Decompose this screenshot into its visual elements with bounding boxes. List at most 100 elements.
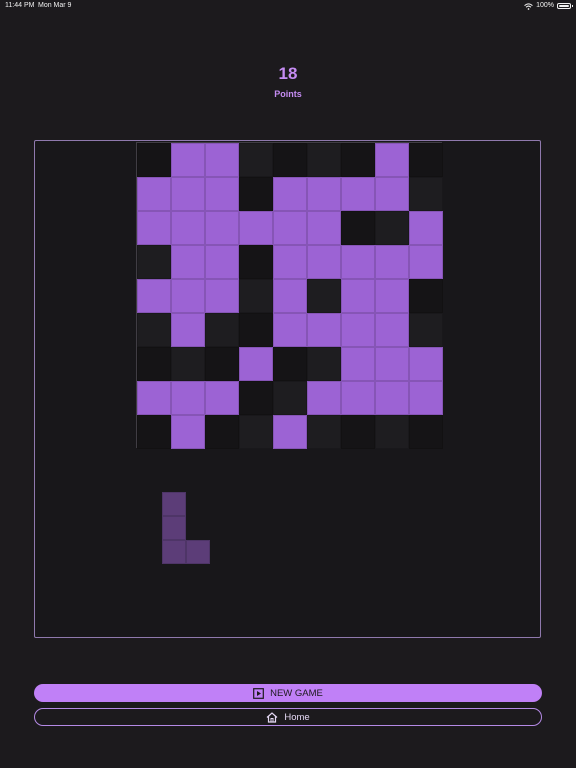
board-cell-filled[interactable] [307, 177, 341, 211]
board-cell-empty[interactable] [239, 313, 273, 347]
board-cell-empty[interactable] [409, 415, 443, 449]
board-cell-filled[interactable] [205, 177, 239, 211]
board-cell-empty[interactable] [137, 143, 171, 177]
board-cell-filled[interactable] [273, 177, 307, 211]
home-button[interactable]: Home [34, 708, 542, 726]
board-cell-empty[interactable] [239, 279, 273, 313]
board-cell-empty[interactable] [205, 347, 239, 381]
board-cell-filled[interactable] [137, 279, 171, 313]
board-cell-filled[interactable] [341, 381, 375, 415]
board-cell-empty[interactable] [307, 279, 341, 313]
board-cell-filled[interactable] [375, 143, 409, 177]
board-cell-empty[interactable] [137, 347, 171, 381]
status-date: Mon Mar 9 [38, 2, 72, 9]
board-cell-empty[interactable] [205, 415, 239, 449]
piece-cell [162, 540, 186, 564]
board-cell-filled[interactable] [205, 143, 239, 177]
board-cell-empty[interactable] [239, 143, 273, 177]
board-cell-filled[interactable] [171, 143, 205, 177]
board-cell-empty[interactable] [307, 415, 341, 449]
board-cell-filled[interactable] [409, 245, 443, 279]
board-cell-filled[interactable] [341, 177, 375, 211]
next-piece-l[interactable] [162, 492, 211, 564]
board-cell-filled[interactable] [375, 177, 409, 211]
play-icon [253, 687, 265, 699]
board-cell-empty[interactable] [239, 381, 273, 415]
board-cell-filled[interactable] [375, 245, 409, 279]
board-cell-filled[interactable] [409, 381, 443, 415]
board-cell-filled[interactable] [171, 211, 205, 245]
board-cell-empty[interactable] [307, 143, 341, 177]
board-cell-filled[interactable] [239, 347, 273, 381]
board-cell-empty[interactable] [205, 313, 239, 347]
board-cell-filled[interactable] [273, 211, 307, 245]
wifi-icon [524, 2, 533, 10]
board-cell-filled[interactable] [205, 245, 239, 279]
score-label: Points [274, 89, 302, 99]
board-cell-filled[interactable] [307, 211, 341, 245]
home-icon [266, 711, 278, 723]
board-cell-filled[interactable] [375, 313, 409, 347]
board-cell-filled[interactable] [137, 381, 171, 415]
board-cell-filled[interactable] [409, 347, 443, 381]
board-cell-empty[interactable] [137, 313, 171, 347]
board-cell-filled[interactable] [375, 279, 409, 313]
board-cell-empty[interactable] [341, 415, 375, 449]
board-cell-filled[interactable] [205, 381, 239, 415]
board-cell-filled[interactable] [375, 381, 409, 415]
board-cell-empty[interactable] [239, 415, 273, 449]
board-cell-empty[interactable] [409, 313, 443, 347]
board-cell-filled[interactable] [341, 279, 375, 313]
board-cell-empty[interactable] [171, 347, 205, 381]
board-cell-empty[interactable] [341, 211, 375, 245]
board-cell-filled[interactable] [341, 347, 375, 381]
board-cell-filled[interactable] [137, 211, 171, 245]
board-cell-filled[interactable] [409, 211, 443, 245]
battery-icon [557, 3, 573, 9]
game-board[interactable] [136, 142, 443, 449]
board-cell-filled[interactable] [205, 279, 239, 313]
board-cell-empty[interactable] [409, 279, 443, 313]
piece-cell [162, 492, 186, 516]
board-cell-filled[interactable] [205, 211, 239, 245]
piece-cell [162, 516, 186, 540]
board-cell-empty[interactable] [409, 143, 443, 177]
board-cell-filled[interactable] [171, 381, 205, 415]
board-cell-filled[interactable] [171, 279, 205, 313]
board-cell-filled[interactable] [273, 313, 307, 347]
status-indicators: 100% [524, 0, 573, 12]
board-cell-filled[interactable] [171, 415, 205, 449]
board-cell-empty[interactable] [137, 245, 171, 279]
new-game-button[interactable]: NEW GAME [34, 684, 542, 702]
board-cell-empty[interactable] [137, 415, 171, 449]
board-cell-filled[interactable] [307, 245, 341, 279]
board-cell-filled[interactable] [273, 279, 307, 313]
board-cell-filled[interactable] [239, 211, 273, 245]
board-cell-filled[interactable] [171, 245, 205, 279]
board-cell-empty[interactable] [239, 245, 273, 279]
board-cell-filled[interactable] [341, 313, 375, 347]
board-cell-filled[interactable] [307, 381, 341, 415]
home-label: Home [284, 711, 310, 723]
board-cell-filled[interactable] [273, 245, 307, 279]
board-cell-empty[interactable] [239, 177, 273, 211]
board-cell-empty[interactable] [409, 177, 443, 211]
board-cell-empty[interactable] [375, 415, 409, 449]
piece-cell [186, 540, 210, 564]
status-time: 11:44 PM [5, 2, 35, 9]
board-cell-empty[interactable] [273, 143, 307, 177]
board-cell-empty[interactable] [307, 347, 341, 381]
board-cell-filled[interactable] [375, 347, 409, 381]
board-cell-filled[interactable] [171, 313, 205, 347]
score-value: 18 [278, 64, 298, 83]
board-cell-empty[interactable] [375, 211, 409, 245]
board-cell-filled[interactable] [307, 313, 341, 347]
board-cell-empty[interactable] [341, 143, 375, 177]
battery-percent: 100% [536, 2, 554, 9]
board-cell-filled[interactable] [273, 415, 307, 449]
board-cell-empty[interactable] [273, 381, 307, 415]
board-cell-empty[interactable] [273, 347, 307, 381]
board-cell-filled[interactable] [341, 245, 375, 279]
board-cell-filled[interactable] [137, 177, 171, 211]
board-cell-filled[interactable] [171, 177, 205, 211]
